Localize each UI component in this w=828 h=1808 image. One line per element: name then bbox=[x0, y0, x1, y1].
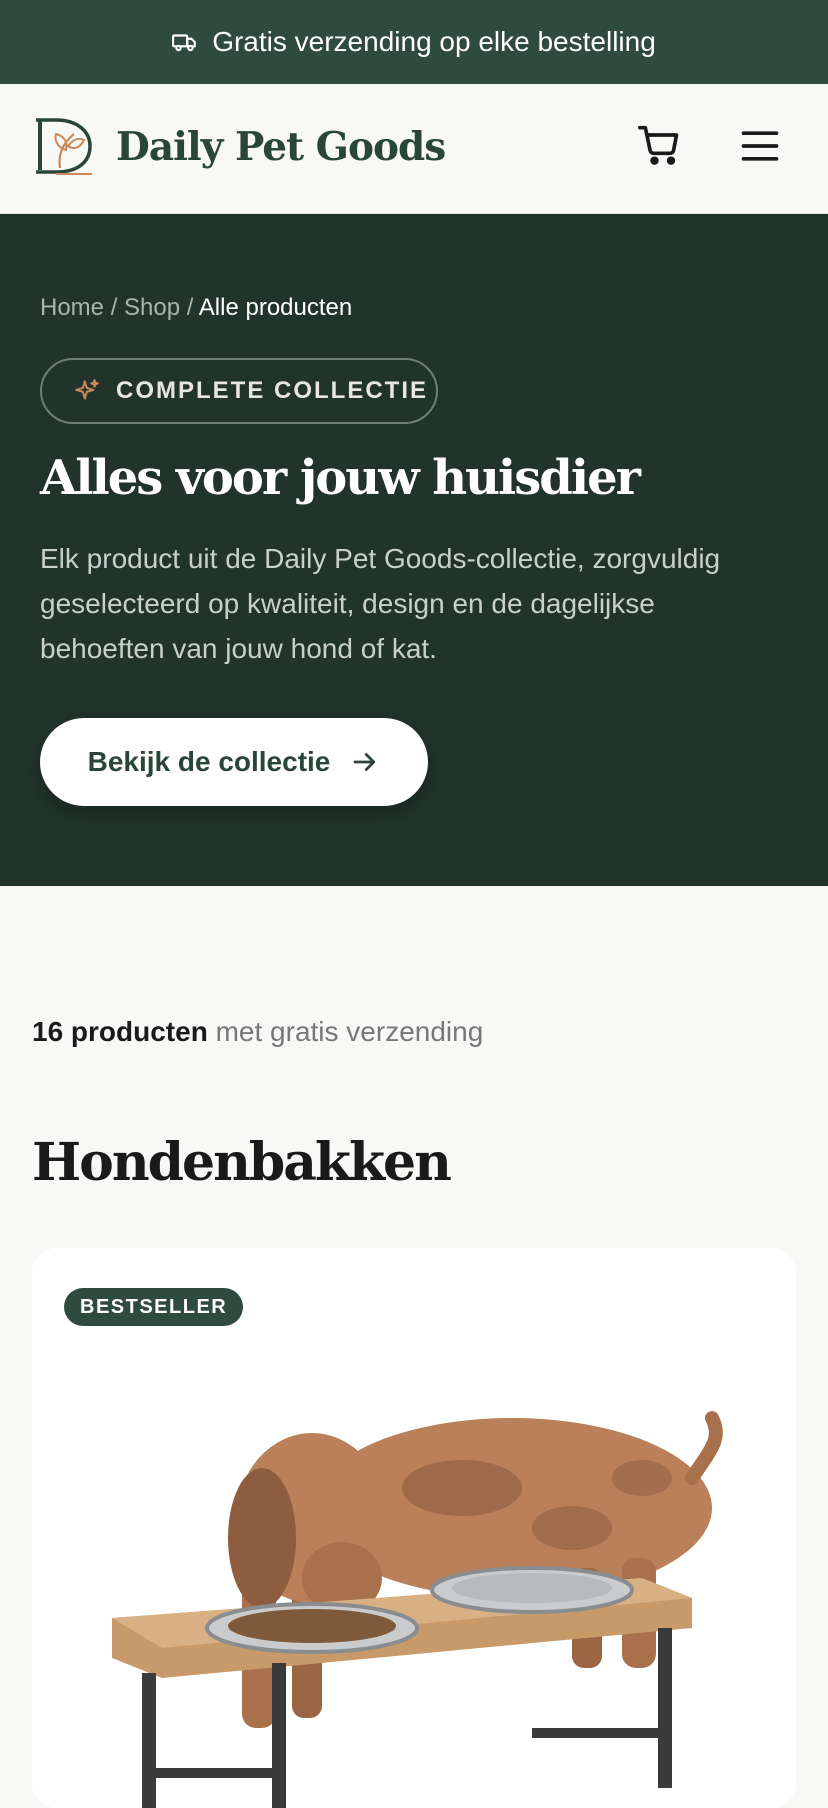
arrow-right-icon bbox=[354, 753, 376, 771]
breadcrumb: Home / Shop / Alle producten bbox=[40, 294, 352, 322]
brand-name[interactable]: Daily Pet Goods bbox=[116, 124, 446, 170]
cart-icon[interactable] bbox=[638, 124, 682, 168]
collection-pill: COMPLETE COLLECTIE bbox=[40, 358, 438, 424]
hero-description: Elk product uit de Daily Pet Goods-colle… bbox=[40, 543, 721, 664]
view-collection-label: Bekijk de collectie bbox=[87, 746, 331, 777]
promo-text: Gratis verzending op elke bestelling bbox=[212, 26, 656, 57]
breadcrumb-home[interactable]: Home bbox=[40, 294, 104, 321]
breadcrumb-separator: / bbox=[104, 294, 125, 321]
truck-icon bbox=[172, 34, 197, 52]
breadcrumb-separator: / bbox=[180, 294, 199, 321]
breadcrumb-current: Alle producten bbox=[198, 294, 353, 321]
leaf-logo-icon[interactable] bbox=[34, 116, 96, 178]
hero-section: Home / Shop / Alle producten COMPLETE CO… bbox=[0, 214, 828, 886]
sparkle-icon bbox=[75, 379, 99, 400]
breadcrumb-shop[interactable]: Shop bbox=[124, 294, 180, 321]
hero-title: Alles voor jouw huisdier bbox=[40, 450, 641, 506]
product-count-suffix: met gratis verzending bbox=[207, 1016, 484, 1047]
product-count-number: 16 producten bbox=[32, 1016, 208, 1047]
view-collection-button[interactable]: Bekijk de collectie bbox=[40, 718, 428, 806]
menu-icon[interactable] bbox=[738, 124, 782, 168]
promo-bar: Gratis verzending op elke bestelling bbox=[0, 0, 828, 84]
category-title: Hondenbakken bbox=[32, 1132, 452, 1193]
collection-pill-label: COMPLETE COLLECTIE bbox=[116, 377, 428, 404]
site-header: Daily Pet Goods bbox=[0, 84, 828, 214]
product-image[interactable] bbox=[102, 1328, 762, 1808]
product-count: 16 producten met gratis verzending bbox=[32, 1016, 483, 1048]
product-card[interactable]: BESTSELLER bbox=[32, 1248, 796, 1808]
bestseller-badge: BESTSELLER bbox=[64, 1288, 244, 1326]
